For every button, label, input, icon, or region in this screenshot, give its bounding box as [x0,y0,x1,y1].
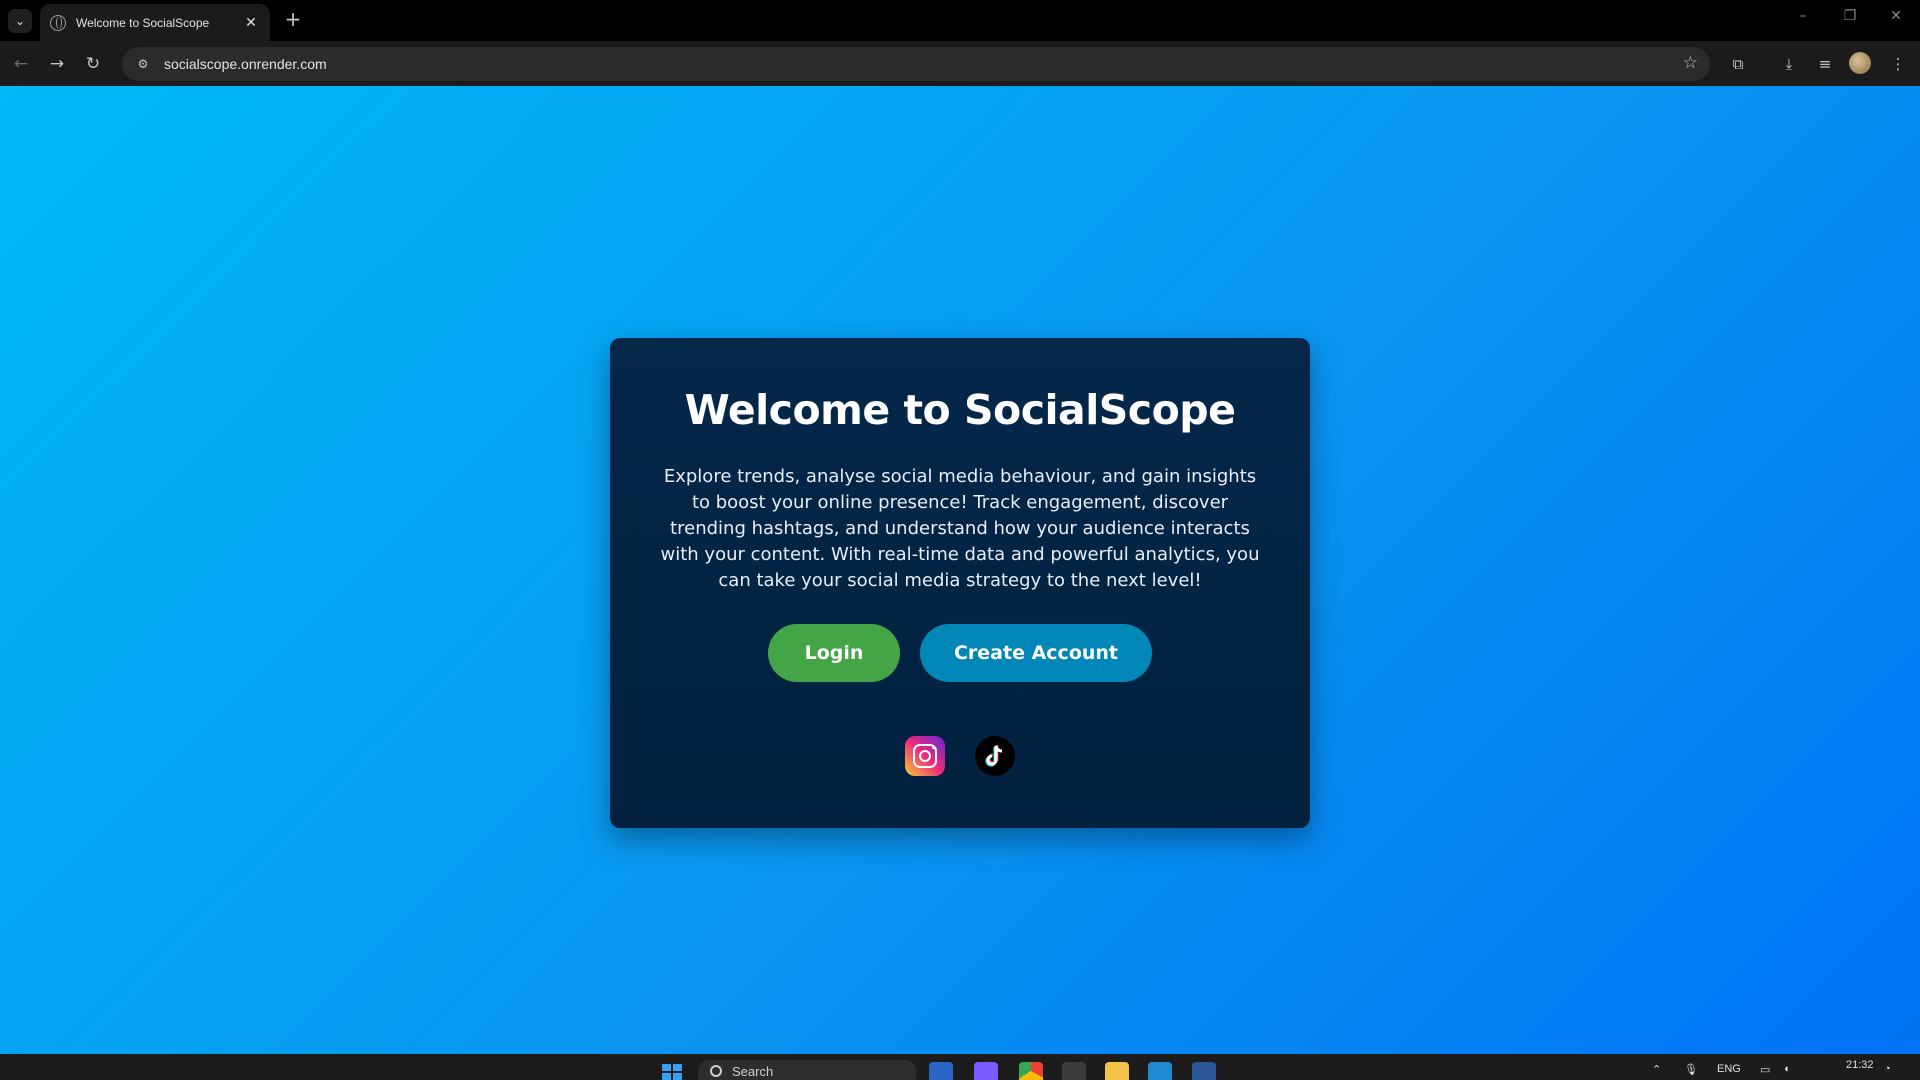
instagram-icon[interactable] [905,736,945,776]
url-text[interactable]: socialscope.onrender.com [164,56,327,72]
terminal-icon[interactable] [1062,1062,1086,1080]
taskbar: Search ⌃ 🎙 ENG ▭ ◖ 21:32 ◔ [0,1054,1920,1080]
create-account-button[interactable]: Create Account [920,624,1152,682]
vscode-icon[interactable] [1148,1062,1172,1080]
login-button[interactable]: Login [768,624,900,682]
action-buttons: Login Create Account [610,624,1310,682]
windows-start-icon[interactable] [662,1064,682,1080]
new-tab-button[interactable]: + [282,9,304,31]
tab-strip: ⌄ Welcome to SocialScope ✕ + – ❐ ✕ [0,0,1920,41]
welcome-card: Welcome to SocialScope Explore trends, a… [610,338,1310,828]
language-indicator[interactable]: ENG [1717,1063,1741,1075]
search-icon [710,1065,722,1077]
intro-description: Explore trends, analyse social media beh… [660,466,1260,591]
tray-overflow-icon[interactable]: ⌃ [1652,1063,1661,1076]
profile-avatar[interactable] [1849,52,1871,74]
back-icon[interactable]: ← [9,52,33,76]
taskbar-search[interactable]: Search [698,1060,916,1080]
camera-app-icon[interactable] [929,1062,953,1080]
close-window-icon[interactable]: ✕ [1881,8,1911,24]
page-title: Welcome to SocialScope [684,386,1236,434]
globe-icon [50,14,66,31]
site-info-icon[interactable]: ⚙ [132,53,154,75]
tab-search-button[interactable]: ⌄ [8,9,32,33]
file-explorer-icon[interactable] [1105,1062,1129,1080]
restore-icon[interactable]: ❐ [1835,8,1865,24]
extensions-icon[interactable]: ⧉ [1726,52,1750,76]
reload-icon[interactable]: ↻ [81,52,105,76]
browser-toolbar: ← → ↻ ⚙ socialscope.onrender.com ☆ ⧉ ⤓ ≡… [0,41,1920,86]
social-links [610,736,1310,776]
notification-icon[interactable]: ◔ [1884,1063,1891,1075]
microphone-icon[interactable]: 🎙 [1684,1063,1698,1076]
browser-tab[interactable]: Welcome to SocialScope ✕ [40,4,270,41]
address-bar[interactable]: ⚙ socialscope.onrender.com ☆ [122,47,1710,81]
clock-time[interactable]: 21:32 [1846,1059,1874,1071]
taskbar-search-placeholder: Search [732,1063,774,1079]
page-background: Welcome to SocialScope Explore trends, a… [0,86,1920,1054]
discord-icon[interactable] [974,1062,998,1080]
word-icon[interactable] [1192,1062,1216,1080]
media-controls-icon[interactable]: ≡ [1813,52,1837,76]
bookmark-star-icon[interactable]: ☆ [1683,53,1698,73]
forward-icon[interactable]: → [45,52,69,76]
volume-icon[interactable]: ◖ [1783,1063,1790,1075]
menu-icon[interactable]: ⋮ [1886,52,1910,76]
tab-title: Welcome to SocialScope [76,15,210,30]
close-tab-icon[interactable]: ✕ [242,15,260,31]
download-icon[interactable]: ⤓ [1777,52,1801,76]
tiktok-icon[interactable] [975,736,1015,776]
chrome-icon[interactable] [1019,1062,1043,1080]
minimize-icon[interactable]: – [1788,8,1818,24]
network-icon[interactable]: ▭ [1760,1063,1770,1076]
